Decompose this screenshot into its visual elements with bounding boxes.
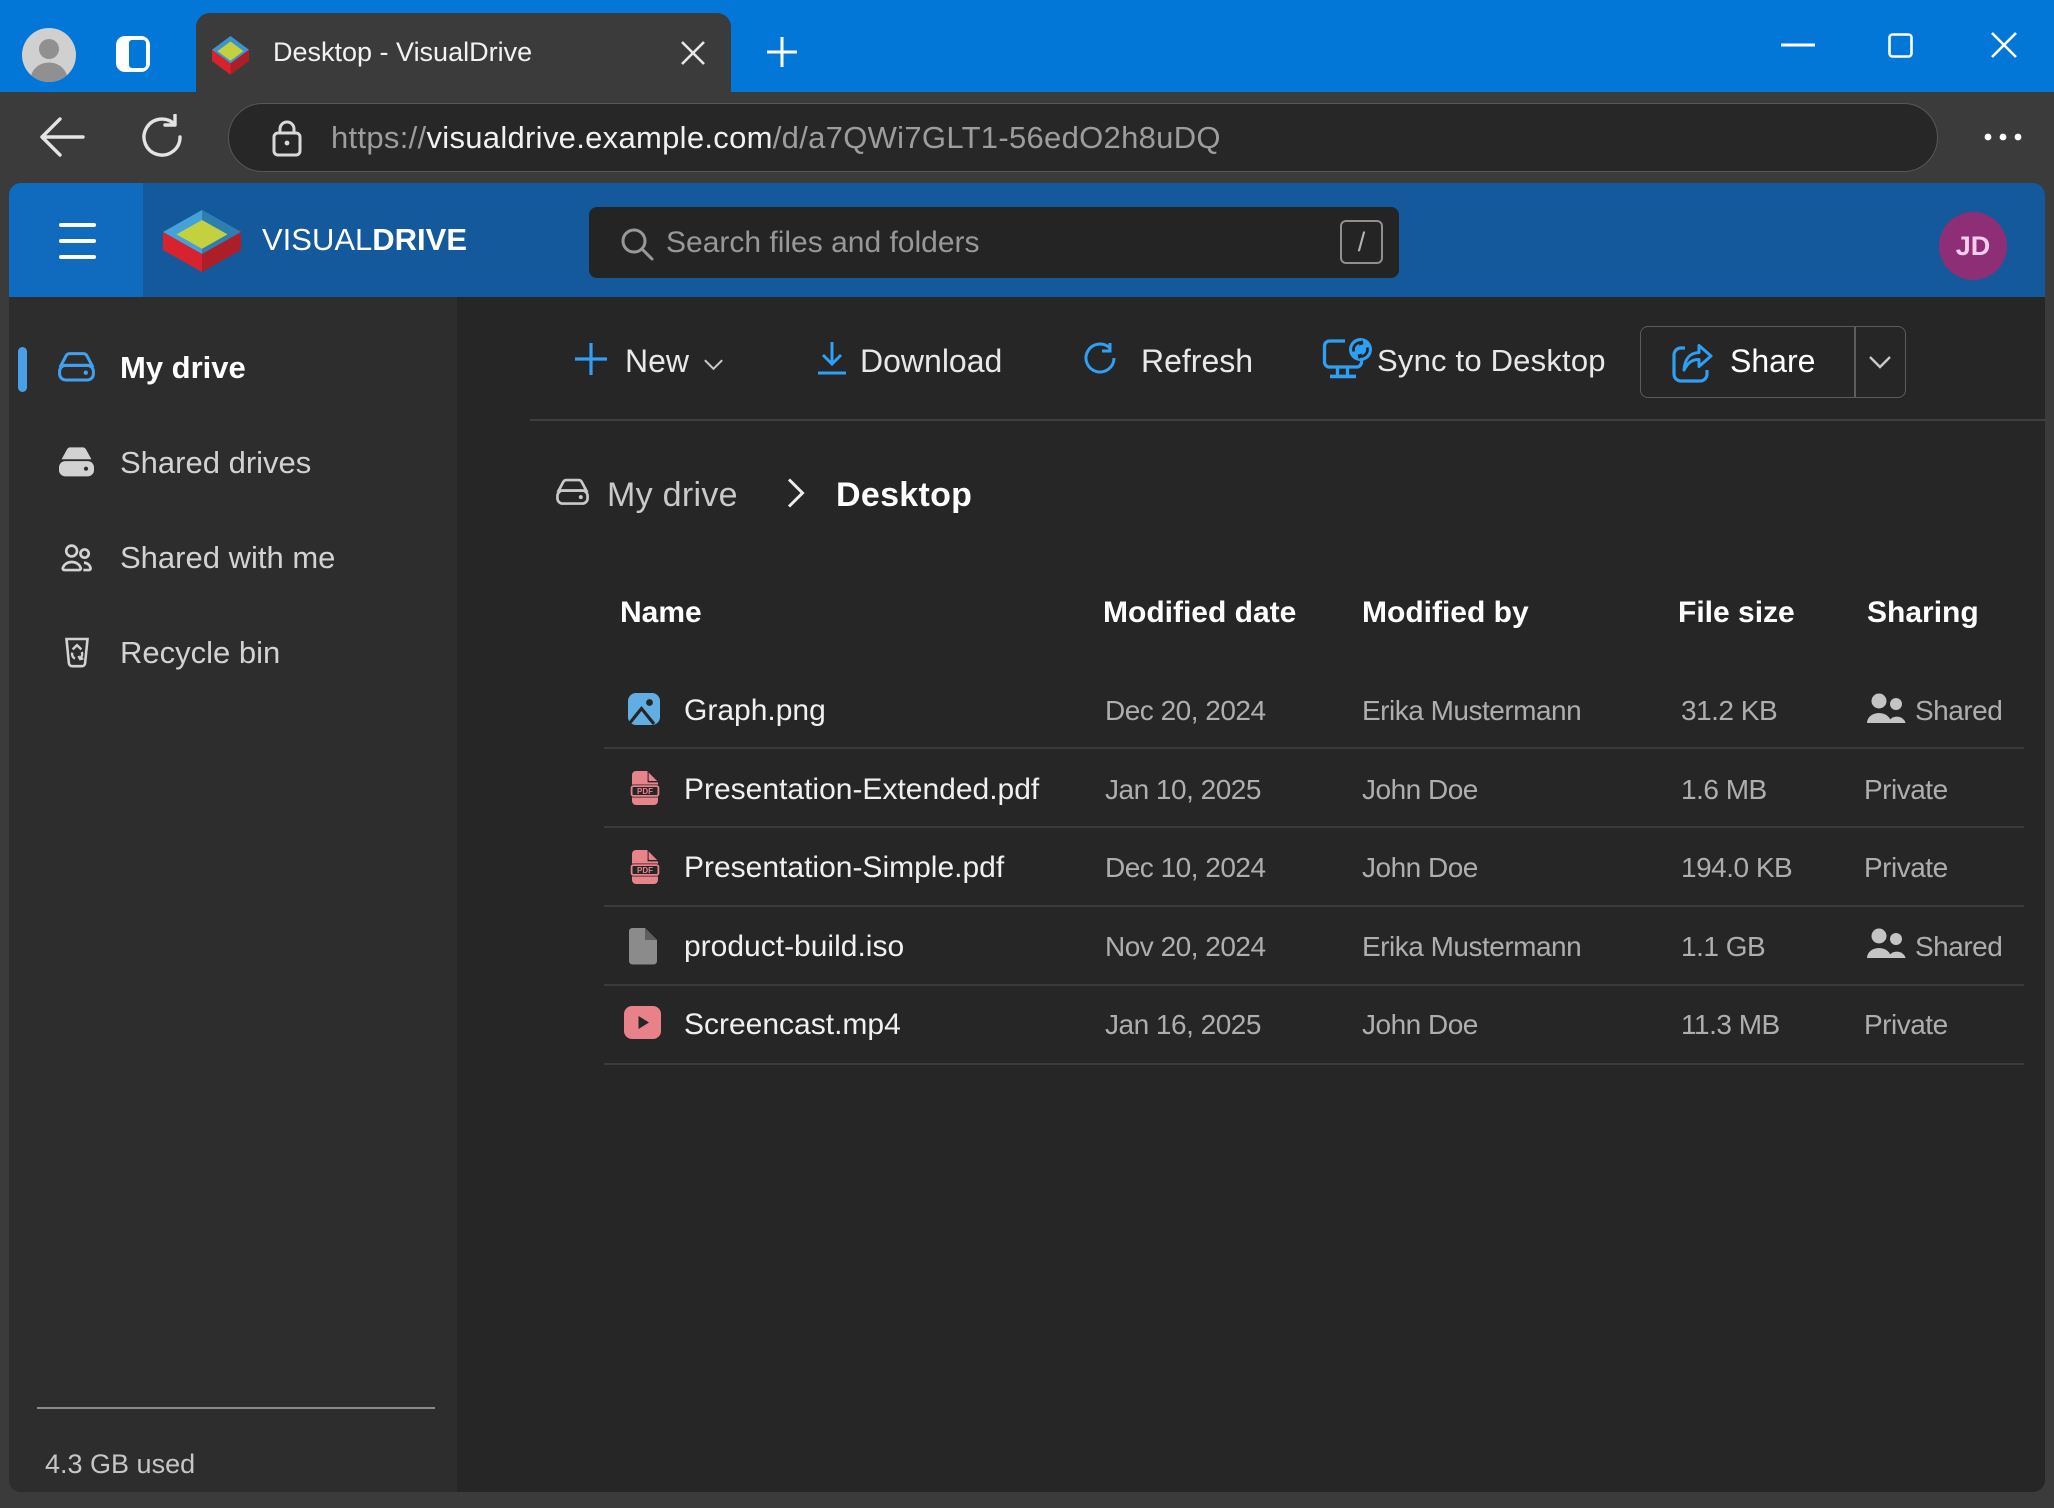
svg-text:PDF: PDF (637, 787, 653, 796)
svg-text:PDF: PDF (637, 866, 653, 875)
